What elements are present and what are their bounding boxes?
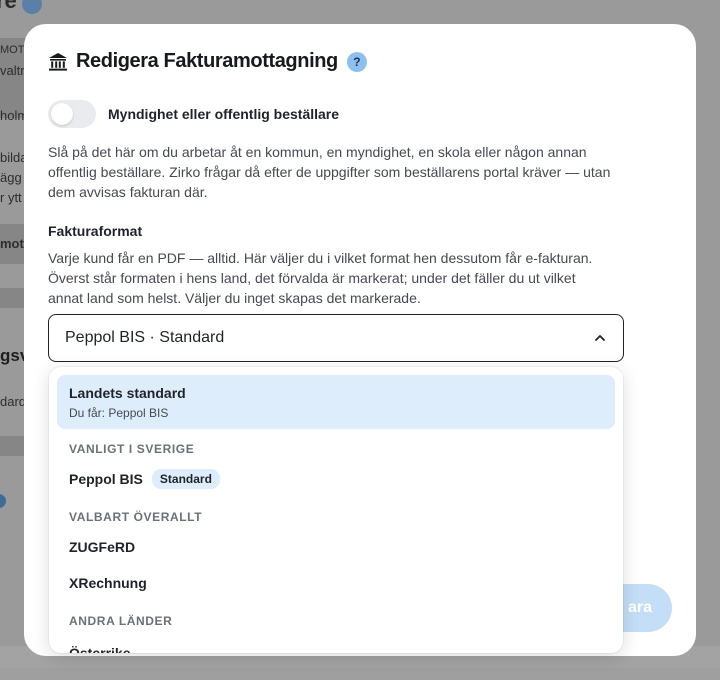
invoice-format-dropdown: Landets standard Du får: Peppol BIS VANL… xyxy=(49,367,623,653)
background-fragment: dard xyxy=(0,394,27,409)
background-fragment: ägg xyxy=(0,170,22,185)
invoice-format-select[interactable]: Peppol BIS · Standard xyxy=(48,314,624,362)
background-fragment: r ytt xyxy=(0,190,22,205)
invoice-format-label: Fakturaformat xyxy=(48,223,143,239)
background-dot xyxy=(0,494,6,508)
background-help-icon xyxy=(22,0,42,14)
option-partially-visible[interactable]: Österrike xyxy=(69,645,130,653)
option-country-default[interactable]: Landets standard Du får: Peppol BIS xyxy=(57,375,615,429)
option-country-default-subtitle: Du får: Peppol BIS xyxy=(69,406,169,420)
background-title: re xyxy=(0,0,17,13)
public-buyer-toggle[interactable] xyxy=(48,100,96,128)
invoice-format-description: Varje kund får en PDF — alltid. Här välj… xyxy=(48,250,593,306)
group-label-everywhere: VALBART ÖVERALLT xyxy=(69,510,203,524)
option-peppol-bis-label: Peppol BIS xyxy=(69,471,143,487)
background-fragment: mot xyxy=(0,236,24,251)
chevron-up-icon xyxy=(595,335,605,341)
bank-icon xyxy=(49,52,67,71)
modal-title: Redigera Fakturamottagning xyxy=(76,50,338,72)
option-partially-visible-label: Österrike xyxy=(69,645,131,653)
option-zugferd[interactable]: ZUGFeRD xyxy=(69,539,135,555)
public-buyer-description: Slå på det här om du arbetar åt en kommu… xyxy=(48,144,611,200)
public-buyer-toggle-row: Myndighet eller offentlig beställare xyxy=(48,100,339,128)
toggle-knob xyxy=(51,103,73,125)
option-country-default-title: Landets standard xyxy=(69,385,186,401)
default-badge: Standard xyxy=(151,469,220,489)
help-icon[interactable]: ? xyxy=(346,51,367,72)
option-peppol-bis[interactable]: Peppol BIS Standard xyxy=(69,469,220,489)
group-label-sweden: VANLIGT I SVERIGE xyxy=(69,442,195,456)
invoice-format-select-value: Peppol BIS · Standard xyxy=(65,329,225,346)
group-label-other-countries: ANDRA LÄNDER xyxy=(69,614,173,628)
option-xrechnung[interactable]: XRechnung xyxy=(69,575,147,591)
option-xrechnung-label: XRechnung xyxy=(69,575,147,591)
option-zugferd-label: ZUGFeRD xyxy=(69,539,136,555)
modal-header: Redigera Fakturamottagning ? xyxy=(48,50,367,73)
public-buyer-toggle-label: Myndighet eller offentlig beställare xyxy=(108,106,340,122)
